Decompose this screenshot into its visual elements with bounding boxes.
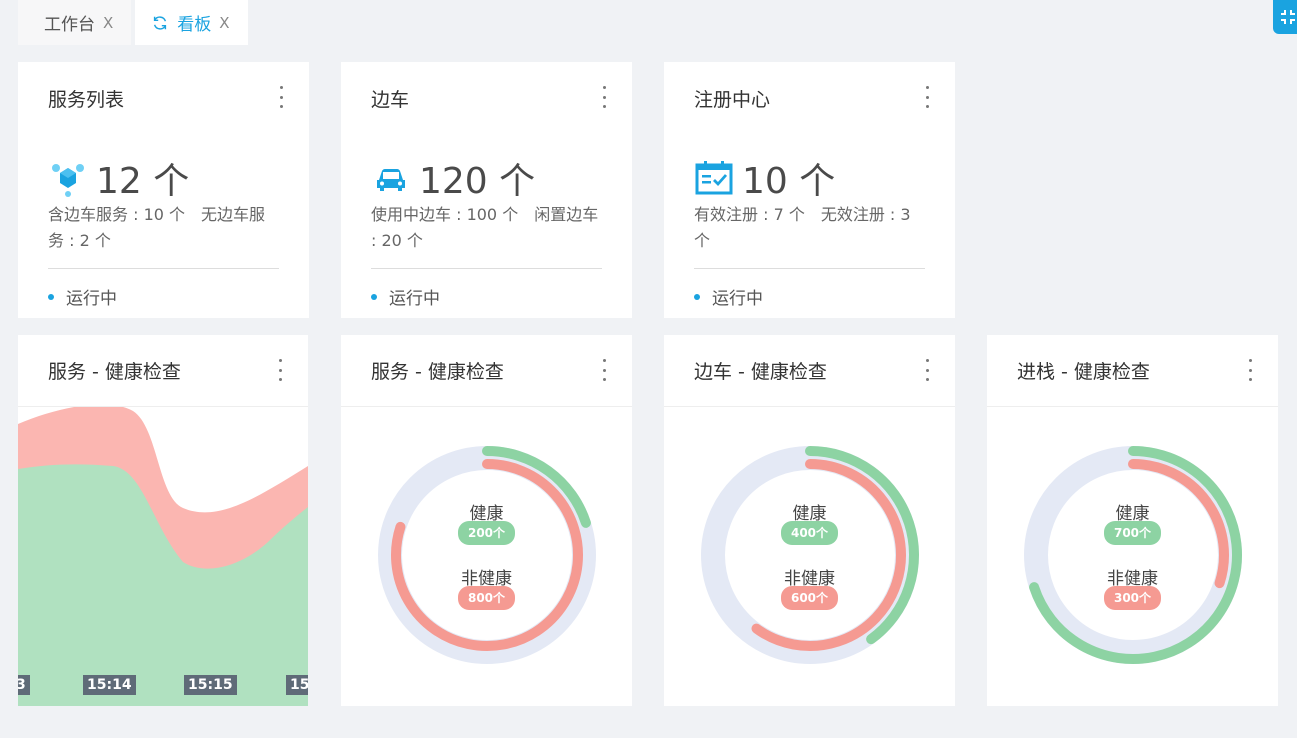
services-hexagon-icon [52, 164, 84, 197]
registry-count: 10 个 [742, 161, 836, 202]
summary-card-sidecar: 边车 120 个 使用中边车 : 100 个 闲置边车 : 20 个 运行中 [341, 62, 632, 318]
status-dot-icon [371, 293, 377, 300]
close-icon[interactable]: X [219, 14, 229, 32]
more-options-icon[interactable] [278, 86, 284, 108]
tab-dashboard[interactable]: 看板 X [135, 0, 248, 45]
card-title: 服务 - 健康检查 [48, 361, 181, 383]
unhealthy-arc [751, 459, 906, 651]
donut-chart [378, 446, 596, 664]
unhealthy-count-badge: 800个 [457, 586, 516, 610]
tab-label: 工作台 [44, 15, 95, 35]
summary-card-registry: 注册中心 10 个 有效注册 : 7 个 无效注册 : 3 个 运行中 [664, 62, 955, 318]
card-title: 边车 [371, 88, 410, 111]
x-axis-tick: 15:15 [184, 675, 237, 695]
status-dot-icon [694, 293, 700, 300]
donut-card-sidecar: 边车 - 健康检查 健康 400个 非健康 600个 [664, 335, 955, 706]
card-title: 注册中心 [694, 88, 771, 111]
healthy-count-badge: 200个 [457, 521, 516, 545]
more-options-icon[interactable] [277, 359, 283, 381]
refresh-icon[interactable] [151, 14, 169, 32]
donut-chart [701, 446, 919, 664]
card-title: 服务列表 [48, 88, 125, 111]
donut-card-services: 服务 - 健康检查 健康 200个 非健康 800个 [341, 335, 632, 706]
fullscreen-exit-icon [1281, 10, 1295, 24]
area-chart [18, 407, 308, 706]
card-title: 进栈 - 健康检查 [1017, 361, 1150, 383]
x-axis-tick: 15:14 [83, 675, 136, 695]
card-title: 边车 - 健康检查 [694, 361, 827, 383]
card-description: 使用中边车 : 100 个 闲置边车 : 20 个 [371, 205, 599, 250]
card-description: 含边车服务 : 10 个 无边车服务 : 2 个 [48, 205, 266, 250]
tab-workbench[interactable]: 工作台 X [18, 0, 132, 45]
calendar-check-icon [695, 161, 733, 195]
sidecar-count: 120 个 [419, 161, 536, 202]
more-options-icon[interactable] [601, 359, 607, 381]
status-text: 运行中 [389, 289, 440, 309]
card-title: 服务 - 健康检查 [371, 361, 504, 383]
status-indicator: 运行中 [694, 284, 763, 309]
donut-chart [1024, 446, 1242, 664]
tab-label: 看板 [177, 15, 212, 35]
divider [48, 268, 279, 269]
healthy-count-badge: 700个 [1103, 521, 1162, 545]
status-indicator: 运行中 [48, 284, 117, 309]
unhealthy-count-badge: 300个 [1103, 586, 1162, 610]
card-description: 有效注册 : 7 个 无效注册 : 3 个 [694, 205, 911, 250]
fullscreen-exit-button[interactable] [1273, 0, 1297, 34]
more-options-icon[interactable] [601, 86, 607, 108]
more-options-icon[interactable] [924, 359, 930, 381]
unhealthy-count-badge: 600个 [780, 586, 839, 610]
x-axis-tick: 3 [18, 675, 30, 695]
car-icon [377, 169, 405, 191]
divider [694, 268, 925, 269]
x-axis-tick: 15 [286, 675, 308, 695]
area-chart-card: 服务 - 健康检查 3 15:14 15:15 15 [18, 335, 308, 706]
status-text: 运行中 [66, 289, 117, 309]
donut-card-ingress: 进栈 - 健康检查 健康 700个 非健康 300个 [987, 335, 1278, 706]
more-options-icon[interactable] [924, 86, 930, 108]
healthy-count-badge: 400个 [780, 521, 839, 545]
service-count: 12 个 [96, 161, 190, 202]
divider [371, 268, 602, 269]
status-text: 运行中 [712, 289, 763, 309]
status-indicator: 运行中 [371, 284, 440, 309]
summary-card-services: 服务列表 12 个 含边车服务 : 10 个 无边车服务 : 2 个 运行中 [18, 62, 309, 318]
more-options-icon[interactable] [1247, 359, 1253, 381]
status-dot-icon [48, 293, 54, 300]
tab-bar: 工作台 X 看板 X [18, 0, 248, 45]
close-icon[interactable]: X [103, 14, 113, 32]
